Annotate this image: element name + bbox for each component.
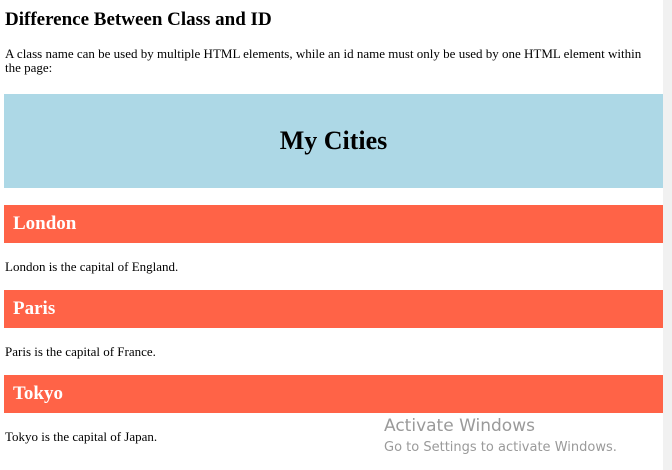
city-header-paris: Paris: [4, 290, 663, 328]
city-description-paris: Paris is the capital of France.: [5, 344, 156, 359]
city-header-tokyo: Tokyo: [4, 375, 663, 413]
vertical-scrollbar[interactable]: [663, 0, 672, 470]
city-description-tokyo: Tokyo is the capital of Japan.: [5, 429, 158, 444]
city-header-london: London: [4, 205, 663, 243]
page-title: Difference Between Class and ID: [5, 9, 272, 30]
web-page: Difference Between Class and ID A class …: [0, 0, 663, 470]
city-title-london: London: [13, 213, 77, 234]
city-title-paris: Paris: [13, 298, 56, 319]
banner-title: My Cities: [279, 126, 388, 155]
city-title-tokyo: Tokyo: [13, 383, 63, 404]
intro-paragraph: A class name can be used by multiple HTM…: [5, 46, 642, 75]
my-cities-banner: My Cities: [4, 94, 663, 188]
city-description-london: London is the capital of England.: [5, 259, 179, 274]
